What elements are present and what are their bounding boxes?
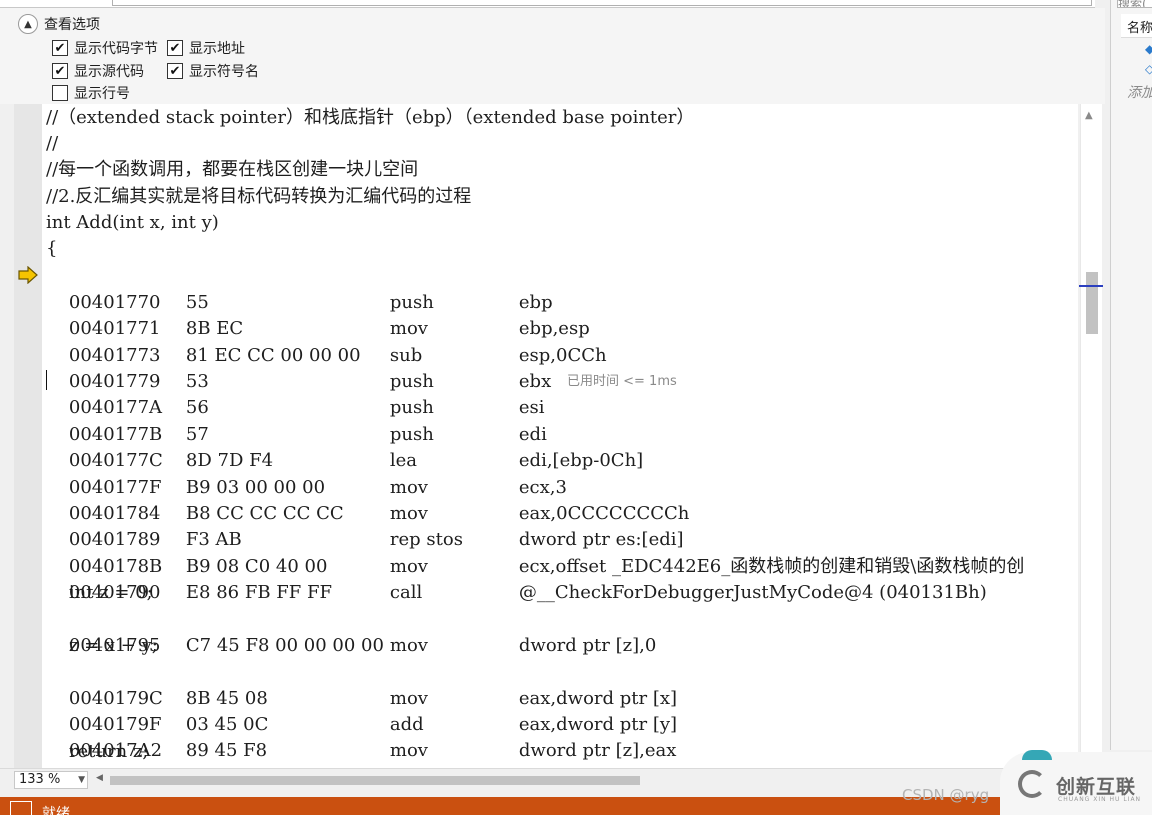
asm-line: 00401770 55 push ebp <box>46 264 553 313</box>
show-source-option[interactable]: ✔ 显示源代码 <box>52 61 144 81</box>
scroll-left-icon[interactable]: ◀ <box>96 773 103 783</box>
asm-line: 00401773 81 EC CC 00 00 00 sub esp,0CCh <box>46 317 607 366</box>
scroll-up-icon[interactable]: ▲ <box>1085 110 1093 121</box>
breakpoint-gutter[interactable] <box>14 104 42 768</box>
source-line: { <box>46 238 58 259</box>
checkbox-icon[interactable]: ✔ <box>52 40 68 56</box>
brand-name: 创新互联 <box>1056 776 1137 798</box>
brand-logo: 创新互联 CHUANG XIN HU LIAN <box>1000 750 1152 815</box>
asm-line: 0040178B B9 08 C0 40 00 mov ecx,offset _EDC… <box>46 528 1024 577</box>
source-line: int z = 0; <box>46 582 153 603</box>
elapsed-time-hint: 已用时间 <= 1ms <box>567 374 677 389</box>
zoom-select[interactable]: 133 % ▼ <box>14 771 88 789</box>
checkbox-icon[interactable]: ✔ <box>167 63 183 79</box>
brand-subtitle: CHUANG XIN HU LIAN <box>1058 796 1142 803</box>
instruction-pointer-arrow-icon <box>18 266 38 284</box>
side-add-label[interactable]: 添加 <box>1127 82 1152 102</box>
view-options-header: ▲ 查看选项 <box>18 14 100 34</box>
show-symbol-names-option[interactable]: ✔ 显示符号名 <box>167 61 259 81</box>
asm-mnemonic: mov <box>389 635 428 656</box>
source-line: //2.反汇编其实就是将目标代码转换为汇编代码的过程 <box>46 186 472 207</box>
logo-ring-icon <box>1018 770 1046 798</box>
zoom-value: 133 % <box>19 772 61 787</box>
asm-line: 00401790 E8 86 FB FF FF call @__CheckForDeb… <box>46 554 987 603</box>
cube-icon: ◆ <box>1145 42 1152 56</box>
side-search-input[interactable]: 搜索( <box>1117 0 1152 8</box>
asm-line: 00401795 C7 45 F8 00 00 00 00 mov dword ptr… <box>46 607 656 656</box>
asm-line: 00401771 8B EC mov ebp,esp <box>46 290 590 339</box>
asm-bytes: C7 45 F8 00 00 00 00 <box>185 635 384 656</box>
status-bar: 就绪 <box>0 797 1000 815</box>
asm-line: 0040177B 57 push edi <box>46 396 547 445</box>
side-column-header[interactable]: 名称 <box>1121 14 1152 38</box>
source-line: // <box>46 133 59 154</box>
text-caret <box>46 370 47 390</box>
asm-line: 0040177C 8D 7D F4 lea edi,[ebp-0Ch] <box>46 422 643 471</box>
asm-line: 0040177A 56 push esi <box>46 369 545 418</box>
vertical-scroll-thumb[interactable] <box>1086 272 1098 334</box>
source-line: z = x + y; <box>46 635 158 656</box>
source-line: return z; <box>46 741 149 762</box>
asm-mnemonic: mov <box>389 740 428 761</box>
view-options-panel: ▲ 查看选项 ✔ 显示代码字节 ✔ 显示地址 ✔ 显示源代码 ✔ 显示符号名 显… <box>0 8 1105 104</box>
asm-operands: dword ptr [z],eax <box>518 740 677 761</box>
collapse-icon[interactable]: ▲ <box>18 14 38 34</box>
view-options-title: 查看选项 <box>44 17 100 33</box>
asm-line: 00401784 B8 CC CC CC CC mov eax,0CCCCCCCCh <box>46 475 689 524</box>
asm-bytes: 89 45 F8 <box>185 740 268 761</box>
checkbox-icon[interactable]: ✔ <box>167 40 183 56</box>
vertical-scrollbar[interactable]: ▲ <box>1079 104 1103 768</box>
horizontal-scrollbar[interactable]: ◀ <box>96 773 1090 787</box>
address-field[interactable] <box>112 0 1092 6</box>
asm-line: 00401789 F3 AB rep stos dword ptr es:[edi] <box>46 501 684 550</box>
horizontal-scroll-thumb[interactable] <box>110 776 640 785</box>
source-line: //（extended stack pointer）和栈底指针（ebp）（ext… <box>46 107 695 128</box>
asm-line: 00401779 53 push ebx <box>46 343 551 392</box>
asm-line: 0040179F 03 45 0C add eax,dword ptr [y] <box>46 686 677 735</box>
scroll-position-marker <box>1079 285 1103 287</box>
show-line-numbers-option[interactable]: 显示行号 <box>52 83 130 103</box>
solution-side-panel: 搜索( 名称 ◆ ◇ 添加 <box>1110 0 1152 750</box>
asm-mnemonic: call <box>389 582 423 603</box>
chevron-down-icon[interactable]: ▼ <box>78 772 85 788</box>
address-strip <box>0 0 1095 8</box>
show-code-bytes-option[interactable]: ✔ 显示代码字节 <box>52 38 158 58</box>
status-text: 就绪 <box>42 806 70 815</box>
show-address-option[interactable]: ✔ 显示地址 <box>167 38 245 58</box>
asm-operands: @__CheckForDebuggerJustMyCode@4 (040131B… <box>518 582 987 603</box>
checkbox-icon[interactable]: ✔ <box>52 63 68 79</box>
status-tab-icon <box>10 801 32 815</box>
source-line: //每一个函数调用，都要在栈区创建一块儿空间 <box>46 159 419 180</box>
asm-line: 0040177F B9 03 00 00 00 mov ecx,3 <box>46 449 567 498</box>
disassembly-view[interactable]: //（extended stack pointer）和栈底指针（ebp）（ext… <box>14 104 1078 768</box>
checkbox-icon[interactable] <box>52 85 68 101</box>
asm-operands: dword ptr [z],0 <box>518 635 657 656</box>
source-line: int Add(int x, int y) <box>46 212 219 233</box>
cube-icon: ◇ <box>1145 62 1152 76</box>
asm-line: 004017A2 89 45 F8 mov dword ptr [z],eax <box>46 712 676 761</box>
asm-line: 0040179C 8B 45 08 mov eax,dword ptr [x] <box>46 660 677 709</box>
asm-bytes: E8 86 FB FF FF <box>185 582 332 603</box>
logo-accent <box>1022 750 1052 760</box>
csdn-watermark: CSDN @ryg <box>902 786 990 804</box>
